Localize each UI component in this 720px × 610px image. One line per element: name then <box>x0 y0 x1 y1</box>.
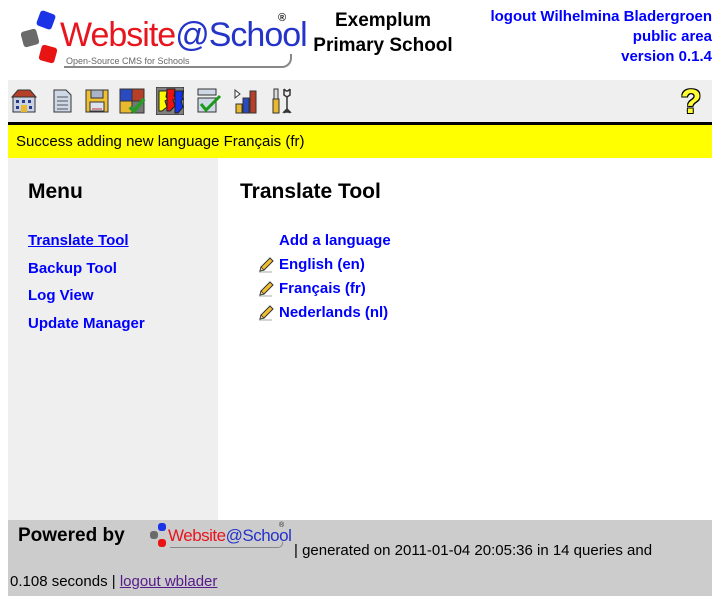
footer-logout-link[interactable]: logout wblader <box>120 573 218 590</box>
add-language-item: Add a language <box>258 232 391 256</box>
menu-item-update-manager: Update Manager <box>28 315 145 343</box>
menu-item-translate-tool: Translate Tool <box>28 232 145 260</box>
language-item-fr: Français (fr) <box>258 280 391 304</box>
menu-list: Translate Tool Backup Tool Log View Upda… <box>28 232 145 342</box>
success-message-text: Success adding new language Français (fr… <box>16 133 305 150</box>
configuration-manager-icon[interactable] <box>194 87 222 115</box>
footer: Powered by Website@School ® | generated … <box>8 520 712 596</box>
language-item-nl: Nederlands (nl) <box>258 304 391 328</box>
powered-by-label: Powered by <box>18 525 125 546</box>
generated-info: | generated on 2011-01-04 20:05:36 in 14… <box>294 542 653 559</box>
menu-link-translate-tool[interactable]: Translate Tool <box>28 232 129 249</box>
puzzle-blue-icon <box>35 9 57 31</box>
menu-link-backup-tool[interactable]: Backup Tool <box>28 260 117 277</box>
menu-link-update-manager[interactable]: Update Manager <box>28 315 145 332</box>
generated-info-line2: 0.108 seconds | logout wblader <box>10 573 217 590</box>
footer-logo-wordmark: Website@School <box>168 526 292 546</box>
language-link-en[interactable]: English (en) <box>279 256 365 273</box>
footer-logo-text-website: Website <box>168 526 226 545</box>
public-area-link[interactable]: public area <box>633 28 712 45</box>
puzzle-red-icon <box>158 539 166 547</box>
puzzle-blue-icon <box>158 523 166 531</box>
account-manager-icon[interactable] <box>156 87 184 115</box>
user-info: logout Wilhelmina Bladergroen public are… <box>490 7 712 67</box>
generation-time: 0.108 seconds | <box>10 573 120 590</box>
logo-wordmark: Website@School <box>60 16 308 55</box>
site-title: Exemplum Primary School <box>288 8 478 58</box>
pencil-icon[interactable] <box>258 281 274 297</box>
site-title-line2: Primary School <box>313 35 453 56</box>
pencil-icon[interactable] <box>258 257 274 273</box>
menu-title: Menu <box>28 180 83 203</box>
footer-registered-mark: ® <box>279 522 285 529</box>
menu-link-log-view[interactable]: Log View <box>28 287 94 304</box>
language-item-en: English (en) <box>258 256 391 280</box>
logo-text-school: @School <box>175 16 307 54</box>
site-title-line1: Exemplum <box>334 10 432 31</box>
puzzle-red-icon <box>38 44 58 64</box>
start-center-icon[interactable] <box>10 87 38 115</box>
page-manager-icon[interactable] <box>48 87 76 115</box>
file-manager-icon[interactable] <box>83 87 111 115</box>
page-title: Translate Tool <box>240 180 381 203</box>
modules-icon[interactable] <box>118 87 146 115</box>
help-icon[interactable]: ? <box>678 85 704 119</box>
header: Website@School ® Open-Source CMS for Sch… <box>8 0 712 80</box>
website-at-school-logo[interactable]: Website@School ® Open-Source CMS for Sch… <box>14 9 308 70</box>
sidebar-menu: Menu Translate Tool Backup Tool Log View… <box>8 158 218 520</box>
puzzle-gray-icon <box>20 28 40 48</box>
language-list: Add a language English (en) Français (fr… <box>258 232 391 328</box>
tools-icon[interactable] <box>268 87 296 115</box>
add-language-link[interactable]: Add a language <box>279 232 391 249</box>
footer-logo[interactable]: Website@School ® <box>148 522 292 552</box>
version-link[interactable]: version 0.1.4 <box>621 48 712 65</box>
registered-mark: ® <box>278 12 287 24</box>
language-link-nl[interactable]: Nederlands (nl) <box>279 304 388 321</box>
success-message: Success adding new language Français (fr… <box>8 125 712 158</box>
menu-item-backup-tool: Backup Tool <box>28 260 145 288</box>
pencil-icon[interactable] <box>258 305 274 321</box>
logo-text-website: Website <box>60 16 176 54</box>
language-link-fr[interactable]: Français (fr) <box>279 280 366 297</box>
logout-link[interactable]: logout Wilhelmina Bladergroen <box>490 8 712 25</box>
puzzle-gray-icon <box>150 531 158 539</box>
main-content: Translate Tool Add a language English (e… <box>218 158 712 520</box>
statistics-icon[interactable] <box>232 87 260 115</box>
logo-tagline: Open-Source CMS for Schools <box>66 56 190 66</box>
menu-item-log-view: Log View <box>28 287 145 315</box>
toolbar: ? <box>8 80 712 125</box>
